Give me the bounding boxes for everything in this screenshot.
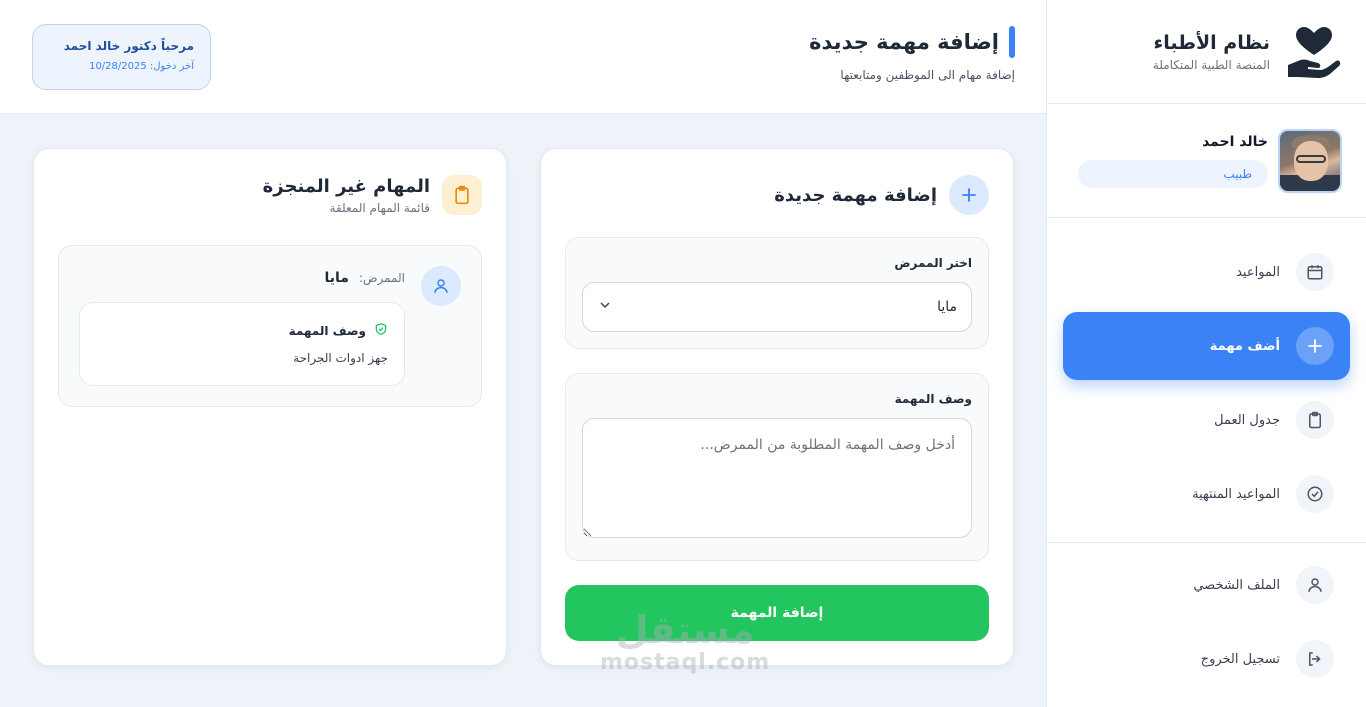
sidebar-item-logout[interactable]: تسجيل الخروج xyxy=(1063,625,1350,693)
sidebar-item-appointments[interactable]: المواعيد xyxy=(1063,238,1350,306)
card-title: المهام غير المنجزة xyxy=(262,175,430,197)
nurse-label: الممرض: xyxy=(358,271,405,285)
logout-icon xyxy=(1296,640,1334,678)
card-title: إضافة مهمة جديدة xyxy=(774,184,937,206)
sidebar-nav: المواعيد أضف مهمة جدول العمل المواعيد ال… xyxy=(1047,218,1366,693)
task-description-title: وصف المهمة xyxy=(288,323,366,338)
plus-icon xyxy=(949,175,989,215)
card-subtitle: قائمة المهام المعلقة xyxy=(329,200,430,215)
brand-subtitle: المنصة الطبية المتكاملة xyxy=(1152,57,1270,72)
chevron-down-icon xyxy=(597,297,613,317)
sidebar-item-label: أضف مهمة xyxy=(1209,338,1280,354)
pending-task-item: الممرض: مايا وصف المهمة جهز ادوات الجراح… xyxy=(58,245,482,407)
plus-icon xyxy=(1296,327,1334,365)
profile-name: خالد احمد xyxy=(1202,133,1268,150)
user-icon xyxy=(421,266,461,306)
nurse-name: مايا xyxy=(324,270,349,286)
avatar xyxy=(1278,128,1342,193)
nurse-select[interactable]: مايا xyxy=(582,282,972,332)
heart-hand-icon xyxy=(1284,22,1344,82)
page-title: إضافة مهمة جديدة xyxy=(809,30,999,54)
calendar-icon xyxy=(1296,253,1334,291)
welcome-card: مرحباً دكتور خالد احمد آخر دخول: 10/28/2… xyxy=(32,24,211,90)
add-task-card: إضافة مهمة جديدة اختر الممرض مايا وصف ال… xyxy=(540,148,1014,666)
welcome-text: مرحباً دكتور خالد احمد xyxy=(63,39,194,53)
page-header: إضافة مهمة جديدة إضافة مهام الى الموظفين… xyxy=(0,0,1046,114)
sidebar-item-finished-appointments[interactable]: المواعيد المنتهية xyxy=(1063,460,1350,528)
description-field: وصف المهمة xyxy=(565,373,989,561)
watermark-arabic: مستقل xyxy=(615,608,755,652)
sidebar-item-label: المواعيد المنتهية xyxy=(1192,486,1280,502)
sidebar-item-label: تسجيل الخروج xyxy=(1200,651,1280,667)
last-login: آخر دخول: 10/28/2025 xyxy=(89,61,194,72)
watermark: مستقل mostaql.com xyxy=(600,610,770,675)
sidebar-item-work-schedule[interactable]: جدول العمل xyxy=(1063,386,1350,454)
description-textarea[interactable] xyxy=(582,418,972,538)
sidebar: نظام الأطباء المنصة الطبية المتكاملة خال… xyxy=(1046,0,1366,707)
brand-title: نظام الأطباء xyxy=(1153,31,1270,54)
watermark-url: mostaql.com xyxy=(600,650,771,675)
check-circle-icon xyxy=(1296,475,1334,513)
shield-check-icon xyxy=(374,321,388,340)
pending-tasks-card: المهام غير المنجزة قائمة المهام المعلقة … xyxy=(33,148,507,666)
clipboard-icon xyxy=(442,175,482,215)
title-accent-bar xyxy=(1009,26,1015,58)
page-subtitle: إضافة مهام الى الموظفين ومتابعتها xyxy=(840,68,1015,82)
clipboard-icon xyxy=(1296,401,1334,439)
sidebar-item-label: جدول العمل xyxy=(1214,412,1280,428)
sidebar-item-label: الملف الشخصي xyxy=(1193,577,1280,593)
task-description-box: وصف المهمة جهز ادوات الجراحة xyxy=(79,302,405,386)
task-description-text: جهز ادوات الجراحة xyxy=(293,351,388,365)
description-label: وصف المهمة xyxy=(894,392,972,406)
nurse-field: اختر الممرض مايا xyxy=(565,237,989,349)
role-badge: طبيب xyxy=(1078,159,1268,188)
divider xyxy=(1047,542,1366,543)
brand: نظام الأطباء المنصة الطبية المتكاملة xyxy=(1047,0,1366,104)
sidebar-item-add-task[interactable]: أضف مهمة xyxy=(1063,312,1350,380)
sidebar-item-profile[interactable]: الملف الشخصي xyxy=(1063,551,1350,619)
nurse-select-value: مايا xyxy=(937,299,957,315)
user-icon xyxy=(1296,566,1334,604)
sidebar-item-label: المواعيد xyxy=(1236,264,1280,280)
user-profile: خالد احمد طبيب xyxy=(1047,104,1366,218)
nurse-label: اختر الممرض xyxy=(894,256,972,270)
